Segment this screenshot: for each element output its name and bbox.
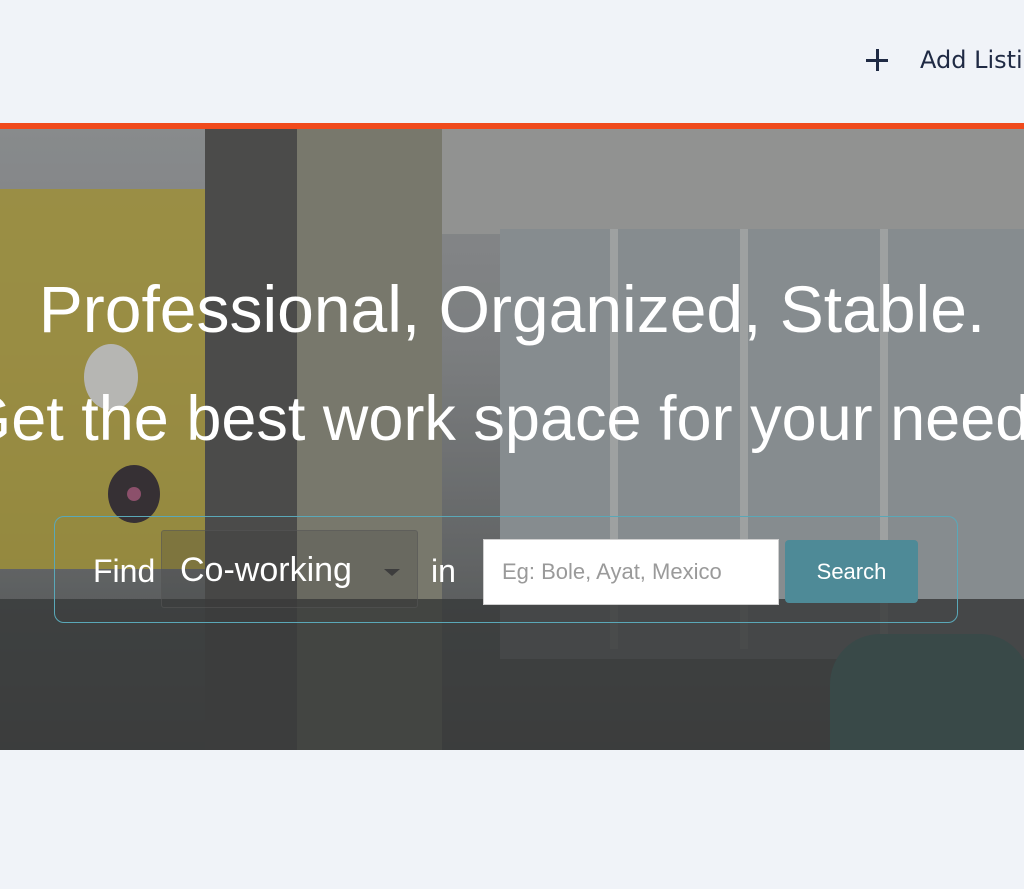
hero-subheadline: Get the best work space for your needs: [0, 384, 1024, 454]
hero-section: Professional, Organized, Stable. Get the…: [0, 129, 1024, 750]
hero-headline: Professional, Organized, Stable.: [38, 272, 986, 346]
location-input[interactable]: [483, 539, 779, 605]
space-type-dropdown[interactable]: Co-working: [161, 530, 418, 608]
plus-icon: [864, 47, 890, 73]
add-listing-link[interactable]: Add Listing: [864, 42, 1024, 78]
in-label: in: [431, 553, 456, 589]
add-listing-label: Add Listing: [920, 46, 1024, 74]
space-type-selected: Co-working: [180, 551, 352, 589]
top-navbar: Add Listing: [0, 0, 1024, 123]
find-label: Find: [93, 553, 156, 589]
search-form: Find Co-working in Search: [54, 516, 958, 623]
search-button[interactable]: Search: [785, 540, 918, 603]
caret-down-icon: [384, 569, 400, 576]
